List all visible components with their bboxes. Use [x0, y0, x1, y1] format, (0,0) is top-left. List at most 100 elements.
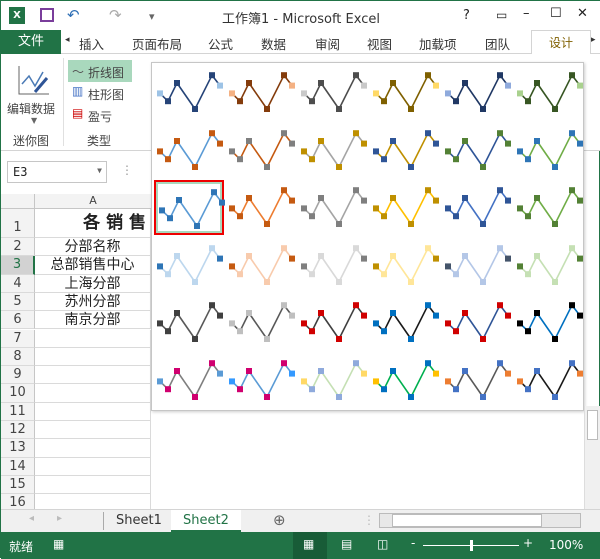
sparkline-style-14[interactable]: [226, 180, 296, 235]
add-sheet-button[interactable]: ⊕: [273, 511, 286, 529]
row-header[interactable]: 14: [1, 457, 35, 476]
sparkline-style-3[interactable]: [298, 65, 368, 120]
edit-data-button[interactable]: 编辑数据 ▼: [7, 58, 59, 138]
ribbon-display-button[interactable]: ▭: [496, 8, 507, 22]
tab-design[interactable]: 设计: [531, 30, 591, 55]
sparkline-style-36[interactable]: [514, 353, 584, 408]
sparkline-style-8[interactable]: [226, 123, 296, 178]
tab-page-layout[interactable]: 页面布局: [132, 34, 182, 53]
splitter-handle[interactable]: ⋮: [363, 513, 375, 527]
name-box[interactable]: E3 ▼: [7, 161, 107, 183]
sparkline-style-33[interactable]: [298, 353, 368, 408]
row-header[interactable]: 12: [1, 421, 35, 440]
row-header[interactable]: 4: [1, 274, 35, 293]
cell-a4[interactable]: 上海分部: [35, 274, 151, 293]
page-layout-view-button[interactable]: ▤: [341, 537, 352, 551]
zoom-slider-thumb[interactable]: [470, 540, 473, 551]
row-header[interactable]: 10: [1, 384, 35, 403]
zoom-in-button[interactable]: +: [523, 536, 533, 550]
sparkline-style-5[interactable]: [442, 65, 512, 120]
cell-a1[interactable]: 各 销 售: [35, 209, 151, 238]
cell-a13[interactable]: [35, 439, 151, 458]
sparkline-style-31[interactable]: [154, 353, 224, 408]
sheet-tab-sheet2[interactable]: Sheet2: [171, 510, 241, 532]
cell-a7[interactable]: [35, 329, 151, 348]
cell-a2[interactable]: 分部名称: [35, 238, 151, 257]
help-button[interactable]: ?: [463, 8, 470, 23]
sparkline-style-32[interactable]: [226, 353, 296, 408]
row-header[interactable]: 9: [1, 366, 35, 385]
cell-a14[interactable]: [35, 457, 151, 476]
file-tab[interactable]: 文件: [1, 30, 61, 54]
line-type-button[interactable]: 〜 折线图: [68, 60, 132, 82]
sparkline-style-19[interactable]: [154, 238, 224, 293]
macro-record-icon[interactable]: ▦: [53, 537, 64, 551]
win-loss-type-button[interactable]: ▤ 盈亏: [68, 104, 132, 126]
worksheet-grid[interactable]: A 1各 销 售 2 分部名称 3 总部销售中心 4 上海分部 5 苏州分部 6 南京分部 7 8 9 10…: [1, 194, 151, 513]
tab-team[interactable]: 团队: [485, 34, 510, 53]
sparkline-style-20[interactable]: [226, 238, 296, 293]
sparkline-style-21[interactable]: [298, 238, 368, 293]
sparkline-style-7[interactable]: [154, 123, 224, 178]
tab-review[interactable]: 审阅: [315, 34, 340, 53]
sparkline-style-9[interactable]: [298, 123, 368, 178]
column-type-button[interactable]: ▥ 柱形图: [68, 82, 132, 104]
row-header[interactable]: 1: [1, 209, 35, 238]
tab-addins[interactable]: 加载项: [419, 34, 457, 53]
sparkline-style-29[interactable]: [442, 295, 512, 350]
tab-formulas[interactable]: 公式: [208, 34, 233, 53]
sparkline-style-4[interactable]: [370, 65, 440, 120]
cell-a12[interactable]: [35, 421, 151, 440]
sparkline-style-18[interactable]: [514, 180, 584, 235]
sparkline-style-28[interactable]: [370, 295, 440, 350]
formula-options-icon[interactable]: ⋮: [121, 163, 133, 177]
sparkline-style-6[interactable]: [514, 65, 584, 120]
sparkline-style-35[interactable]: [442, 353, 512, 408]
normal-view-button[interactable]: ▦: [293, 532, 327, 559]
select-all-button[interactable]: [1, 194, 35, 209]
sparkline-style-22[interactable]: [370, 238, 440, 293]
sparkline-style-16[interactable]: [370, 180, 440, 235]
sparkline-style-25[interactable]: [154, 295, 224, 350]
row-header[interactable]: 7: [1, 329, 35, 348]
close-button[interactable]: ✕: [577, 6, 588, 21]
sheet-tab-sheet1[interactable]: Sheet1: [104, 510, 174, 532]
row-header[interactable]: 8: [1, 347, 35, 367]
sparkline-style-27[interactable]: [298, 295, 368, 350]
sparkline-style-34[interactable]: [370, 353, 440, 408]
tab-view[interactable]: 视图: [367, 34, 392, 53]
sparkline-style-30[interactable]: [514, 295, 584, 350]
sheet-scroll-right[interactable]: ▸: [57, 513, 62, 524]
sheet-scroll-left[interactable]: ◂: [29, 513, 34, 524]
row-header[interactable]: 2: [1, 238, 35, 257]
tabs-scroll-right[interactable]: ▸: [591, 35, 596, 45]
sparkline-style-23[interactable]: [442, 238, 512, 293]
cell-a15[interactable]: [35, 475, 151, 495]
sparkline-style-12[interactable]: [514, 123, 584, 178]
tabs-scroll-left[interactable]: ◂: [65, 35, 70, 45]
cell-a3[interactable]: 总部销售中心: [35, 256, 151, 275]
sparkline-style-13[interactable]: [154, 180, 225, 235]
horizontal-scroll-thumb[interactable]: [392, 514, 542, 527]
row-header[interactable]: 5: [1, 292, 35, 312]
column-header-a[interactable]: A: [35, 194, 151, 209]
zoom-out-button[interactable]: -: [411, 536, 415, 550]
vertical-scrollbar[interactable]: [584, 406, 600, 509]
cell-a5[interactable]: 苏州分部: [35, 292, 151, 312]
horizontal-scrollbar[interactable]: [379, 513, 581, 528]
sparkline-style-15[interactable]: [298, 180, 368, 235]
sparkline-style-26[interactable]: [226, 295, 296, 350]
cell-a10[interactable]: [35, 384, 151, 403]
tab-insert[interactable]: 插入: [79, 34, 104, 53]
sparkline-style-10[interactable]: [370, 123, 440, 178]
cell-a8[interactable]: [35, 347, 151, 367]
sparkline-style-24[interactable]: [514, 238, 584, 293]
sparkline-style-11[interactable]: [442, 123, 512, 178]
row-header[interactable]: 13: [1, 439, 35, 458]
cell-a6[interactable]: 南京分部: [35, 311, 151, 330]
row-header[interactable]: 3: [1, 256, 35, 275]
row-header[interactable]: 15: [1, 475, 35, 495]
cell-a9[interactable]: [35, 366, 151, 385]
tab-data[interactable]: 数据: [261, 34, 286, 53]
page-break-view-button[interactable]: ◫: [377, 537, 388, 551]
